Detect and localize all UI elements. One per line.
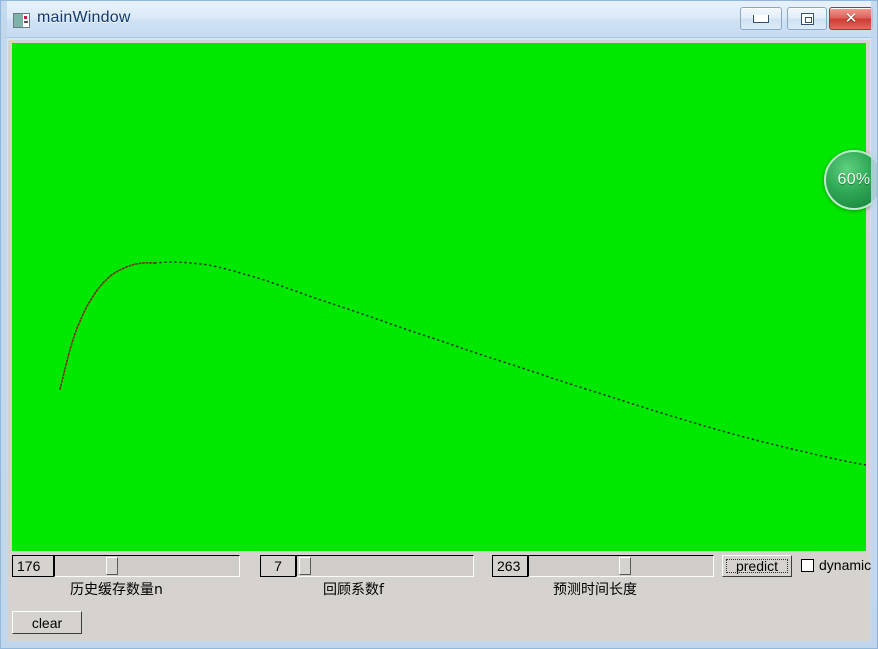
maximize-button[interactable] [787,7,827,30]
horizon-value-field[interactable]: 263 [492,555,528,577]
horizon-slider-thumb[interactable] [619,557,631,575]
horizon-caption: 预测时间长度 [553,582,637,598]
lookback-slider-thumb[interactable] [299,557,311,575]
minimize-button[interactable] [740,7,782,30]
prediction-chart [59,261,866,466]
history-slider[interactable] [54,555,240,577]
focus-ring [726,559,788,573]
maximize-icon [800,12,814,25]
application-window: mainWindow ✕ 60% 176 历史缓存数量n 7 回顾系数f 263… [0,0,878,649]
lookback-caption: 回顾系数f [323,582,384,598]
title-bar: mainWindow ✕ [0,0,878,38]
clear-button[interactable]: clear [12,611,82,634]
chart-series-prediction [154,261,866,466]
dynamic-label: dynamic [819,557,872,573]
history-caption: 历史缓存数量n [70,582,163,598]
dynamic-checkbox-wrapper[interactable]: dynamic [801,557,871,573]
zoom-level-label: 60% [837,171,871,188]
plot-canvas[interactable] [12,43,866,551]
history-slider-thumb[interactable] [106,557,118,575]
dynamic-checkbox[interactable] [801,558,814,572]
application-icon [13,13,30,28]
window-title: mainWindow [37,9,131,26]
minimize-icon [753,14,769,23]
close-icon: ✕ [844,9,858,27]
controls-row: 176 历史缓存数量n 7 回顾系数f 263 预测时间长度 predict d… [8,555,871,634]
zoom-level-badge: 60% [824,150,878,210]
history-value-field[interactable]: 176 [12,555,54,577]
lookback-value-field[interactable]: 7 [260,555,296,577]
predict-button[interactable]: predict [722,555,792,577]
client-area: 60% 176 历史缓存数量n 7 回顾系数f 263 预测时间长度 predi… [8,40,878,641]
clear-button-label: clear [31,614,63,631]
lookback-slider[interactable] [296,555,474,577]
horizon-slider[interactable] [528,555,714,577]
chart-series-history [59,262,156,390]
close-button[interactable]: ✕ [829,7,873,30]
